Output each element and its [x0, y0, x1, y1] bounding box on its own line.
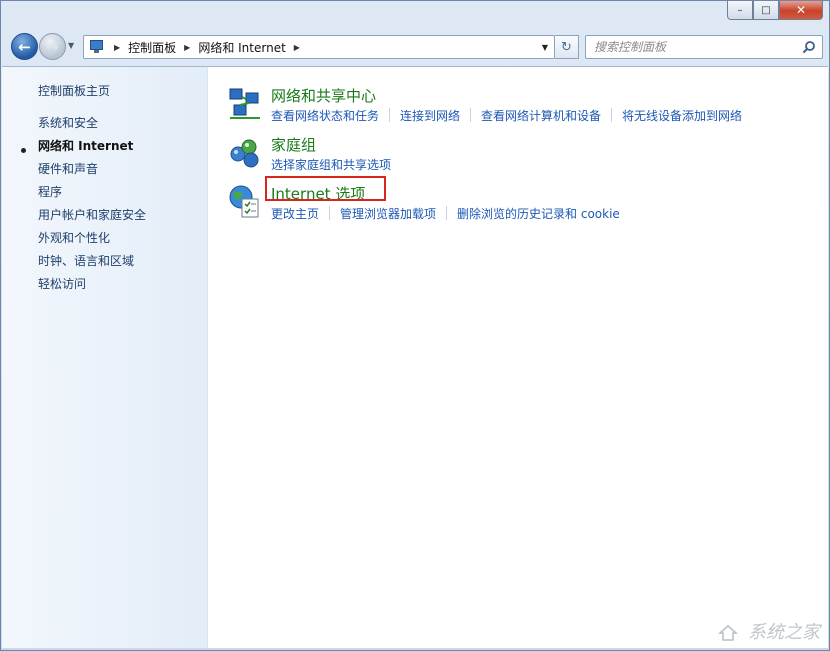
- forward-button[interactable]: →: [39, 33, 66, 60]
- back-arrow-icon: ←: [18, 37, 31, 56]
- link-change-homepage[interactable]: 更改主页: [271, 205, 319, 222]
- sidebar-item-programs[interactable]: 程序: [38, 183, 62, 200]
- category-links: 查看网络状态和任务 连接到网络 查看网络计算机和设备 将无线设备添加到网络: [271, 107, 742, 124]
- recent-pages-dropdown[interactable]: ▼: [68, 41, 74, 50]
- chevron-right-icon[interactable]: ▶: [294, 43, 300, 52]
- search-icon[interactable]: [802, 40, 816, 54]
- sidebar-item-system-security[interactable]: 系统和安全: [38, 114, 98, 131]
- close-button[interactable]: ✕: [779, 1, 823, 20]
- homegroup-icon: [230, 139, 259, 168]
- forward-arrow-icon: →: [46, 37, 59, 56]
- navigation-bar: ← → ▼ ▶ 控制面板 ▶ 网络和 Internet ▶ ▼ ↻: [9, 32, 823, 62]
- watermark-logo-icon: [718, 624, 739, 641]
- refresh-icon: ↻: [561, 39, 572, 55]
- main-panel: 网络和共享中心 查看网络状态和任务 连接到网络 查看网络计算机和设备 将无线设备…: [209, 67, 828, 648]
- address-bar[interactable]: ▶ 控制面板 ▶ 网络和 Internet ▶ ▼: [83, 35, 555, 59]
- refresh-button[interactable]: ↻: [555, 35, 579, 59]
- breadcrumb-control-panel[interactable]: 控制面板: [128, 39, 176, 56]
- breadcrumb-network-internet[interactable]: 网络和 Internet: [198, 39, 285, 56]
- highlight-annotation-box: [265, 176, 386, 201]
- watermark-text: 系统之家: [748, 622, 820, 643]
- category-links: 更改主页 管理浏览器加载项 删除浏览的历史记录和 cookie: [271, 205, 620, 222]
- link-delete-browsing-history[interactable]: 删除浏览的历史记录和 cookie: [457, 205, 620, 222]
- link-add-wireless-device[interactable]: 将无线设备添加到网络: [622, 107, 742, 124]
- internet-options-icon: [229, 185, 259, 218]
- content-area: 控制面板主页 系统和安全 网络和 Internet 硬件和声音 程序 用户帐户和…: [2, 66, 828, 648]
- link-divider: [389, 108, 391, 122]
- link-connect-network[interactable]: 连接到网络: [400, 107, 460, 124]
- sidebar-item-hardware-sound[interactable]: 硬件和声音: [38, 160, 98, 177]
- category-title-homegroup[interactable]: 家庭组: [271, 134, 316, 155]
- sidebar: 控制面板主页 系统和安全 网络和 Internet 硬件和声音 程序 用户帐户和…: [2, 67, 208, 648]
- back-button[interactable]: ←: [11, 33, 38, 60]
- link-divider: [446, 206, 448, 220]
- network-sharing-icon: [229, 88, 260, 119]
- sidebar-item-network-internet: 网络和 Internet: [38, 139, 134, 153]
- sidebar-item-clock-language[interactable]: 时钟、语言和区域: [38, 252, 134, 269]
- sidebar-item-home[interactable]: 控制面板主页: [38, 82, 110, 99]
- link-homegroup-sharing-options[interactable]: 选择家庭组和共享选项: [271, 156, 391, 173]
- caption-buttons: – □ ✕: [727, 1, 823, 22]
- link-divider: [470, 108, 472, 122]
- category-links: 选择家庭组和共享选项: [271, 156, 391, 173]
- sidebar-item-user-accounts[interactable]: 用户帐户和家庭安全: [38, 206, 146, 223]
- link-view-network-computers[interactable]: 查看网络计算机和设备: [481, 107, 601, 124]
- maximize-button[interactable]: □: [753, 1, 779, 20]
- sidebar-item-appearance[interactable]: 外观和个性化: [38, 229, 110, 246]
- sidebar-item-ease-of-access[interactable]: 轻松访问: [38, 275, 86, 292]
- link-divider: [329, 206, 331, 220]
- link-divider: [611, 108, 613, 122]
- current-item-bullet: [21, 148, 26, 153]
- watermark: 系统之家: [717, 618, 820, 644]
- link-manage-addons[interactable]: 管理浏览器加载项: [340, 205, 436, 222]
- chevron-right-icon[interactable]: ▶: [184, 43, 190, 52]
- address-dropdown-icon[interactable]: ▼: [542, 43, 548, 52]
- control-panel-icon: [88, 39, 106, 55]
- minimize-button[interactable]: –: [727, 1, 753, 20]
- search-box: [585, 35, 823, 59]
- chevron-right-icon[interactable]: ▶: [114, 43, 120, 52]
- category-title-network-sharing[interactable]: 网络和共享中心: [271, 85, 376, 106]
- link-view-network-status[interactable]: 查看网络状态和任务: [271, 107, 379, 124]
- search-input[interactable]: [594, 37, 804, 57]
- control-panel-window: – □ ✕ ← → ▼ ▶ 控制面板 ▶ 网络和 Internet ▶ ▼ ↻: [0, 0, 830, 651]
